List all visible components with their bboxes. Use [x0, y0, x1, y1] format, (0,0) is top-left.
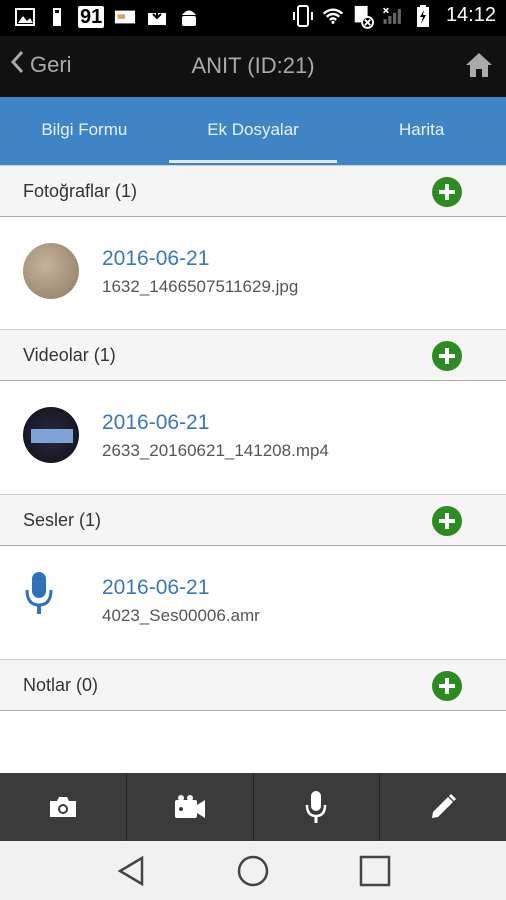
video-thumbnail	[23, 407, 79, 463]
tab-ek-dosyalar[interactable]: Ek Dosyalar	[168, 97, 338, 165]
list-item-video[interactable]: 2016-06-21 2633_20160621_141208.mp4	[0, 381, 506, 493]
photo-thumbnail	[23, 243, 79, 299]
usb-icon	[46, 6, 68, 28]
add-sound-button[interactable]	[432, 506, 462, 536]
card-icon	[114, 6, 136, 28]
take-photo-button[interactable]	[0, 773, 127, 841]
tab-bar: Bilgi Formu Ek Dosyalar Harita	[0, 97, 506, 165]
camera-icon	[49, 797, 76, 817]
microphone-icon	[306, 791, 327, 823]
section-header-photos: Fotoğraflar (1)	[0, 165, 506, 217]
clock: 14:12	[445, 4, 496, 26]
section-header-sounds: Sesler (1)	[0, 494, 506, 546]
list-item-photo[interactable]: 2016-06-21 1632_1466507511629.jpg	[0, 217, 506, 329]
section-header-videos: Videolar (1)	[0, 329, 506, 381]
section-title: Videolar (1)	[23, 345, 116, 365]
item-date: 2016-06-21	[102, 576, 210, 599]
item-date: 2016-06-21	[102, 247, 210, 270]
nav-back-icon[interactable]	[114, 854, 148, 888]
record-video-button[interactable]	[127, 773, 254, 841]
add-photo-button[interactable]	[432, 177, 462, 207]
item-filename: 1632_1466507511629.jpg	[102, 277, 299, 296]
item-date: 2016-06-21	[102, 411, 210, 434]
section-header-notes: Notlar (0)	[0, 659, 506, 711]
bottom-action-bar	[0, 773, 506, 841]
nav-recents-icon[interactable]	[358, 854, 392, 888]
add-note-action-button[interactable]	[380, 773, 506, 841]
add-video-button[interactable]	[432, 341, 462, 371]
microphone-icon	[24, 570, 54, 616]
tab-bilgi-formu[interactable]: Bilgi Formu	[0, 97, 169, 165]
pencil-icon	[432, 793, 457, 818]
download-icon	[146, 6, 168, 28]
item-filename: 2633_20160621_141208.mp4	[102, 441, 329, 460]
tab-harita[interactable]: Harita	[337, 97, 506, 165]
video-camera-icon	[174, 795, 205, 818]
record-audio-button[interactable]	[254, 773, 381, 841]
battery-charging-icon	[412, 4, 434, 27]
add-note-button[interactable]	[432, 671, 462, 701]
section-title: Notlar (0)	[23, 675, 99, 695]
item-filename: 4023_Ses00006.amr	[102, 606, 260, 625]
wifi-icon	[322, 5, 344, 27]
section-title: Fotoğraflar (1)	[23, 181, 138, 201]
section-title: Sesler (1)	[23, 510, 102, 530]
home-button[interactable]	[464, 50, 494, 80]
home-icon	[466, 53, 492, 77]
android-icon	[178, 6, 200, 28]
list-item-sound[interactable]: 2016-06-21 4023_Ses00006.amr	[0, 546, 506, 658]
page-title: ANIT (ID:21)	[191, 53, 315, 78]
gallery-icon	[14, 6, 36, 28]
system-navigation-bar	[0, 841, 506, 900]
status-bar: 91 14:12	[0, 0, 506, 36]
vibrate-icon	[292, 4, 314, 27]
signal-icon	[382, 5, 404, 27]
notification-count-badge: 91	[78, 6, 105, 28]
sim-off-icon	[352, 5, 374, 29]
app-header: Geri ANIT (ID:21)	[0, 36, 506, 97]
nav-home-icon[interactable]	[236, 854, 270, 888]
